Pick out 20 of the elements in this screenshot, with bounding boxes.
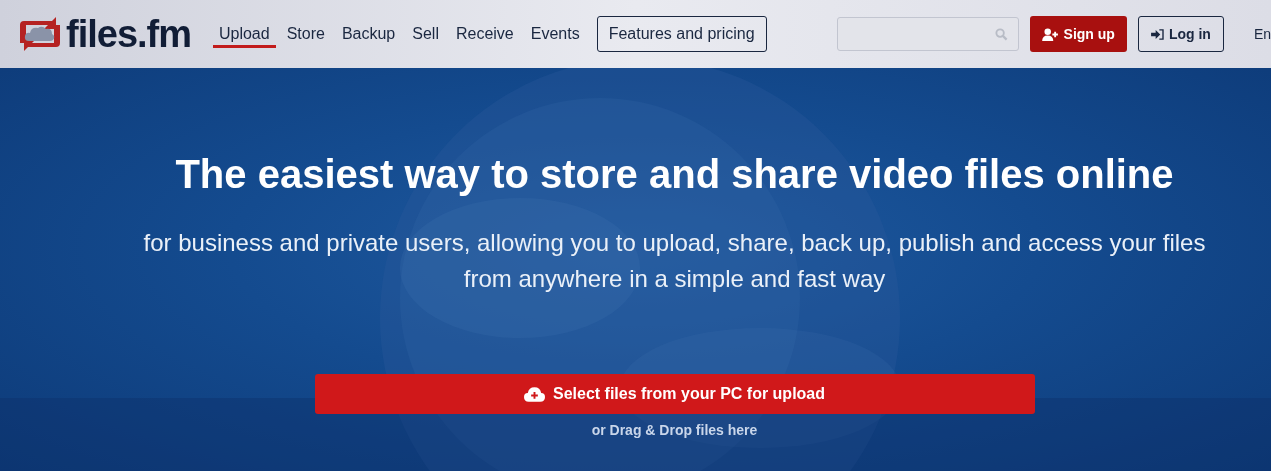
cloud-plus-icon <box>523 386 545 402</box>
logo[interactable]: files.fm <box>18 12 205 56</box>
nav-tab[interactable]: Sell <box>406 0 445 68</box>
search-field[interactable] <box>836 17 1019 51</box>
hero-subtitle: for business and private users, allowing you to upload, share, back up, publish and access your files from anywhere in a simple and fast way <box>142 228 1207 294</box>
add-user-icon <box>1041 27 1059 41</box>
nav-tab[interactable]: Receive <box>449 0 520 68</box>
drop-hint: or Drag & Drop files here <box>591 422 758 438</box>
sign-in-icon <box>1150 28 1164 40</box>
sign-up-button[interactable]: Sign up <box>1029 16 1127 52</box>
search-icon <box>994 27 1008 41</box>
features-pricing-button[interactable]: Features and pricing <box>596 16 767 52</box>
nav-tab[interactable]: Events <box>524 0 586 68</box>
log-in-button[interactable]: Log in <box>1137 16 1224 52</box>
nav-tab[interactable]: Store <box>280 0 331 68</box>
cloud-logo-icon <box>18 17 62 51</box>
upload-button[interactable]: Select files from your PC for upload <box>314 374 1035 414</box>
nav-tab[interactable]: Backup <box>335 0 402 68</box>
hero-title: The easiest way to store and share video files online <box>175 152 1174 197</box>
language-link[interactable]: En <box>1253 26 1271 42</box>
